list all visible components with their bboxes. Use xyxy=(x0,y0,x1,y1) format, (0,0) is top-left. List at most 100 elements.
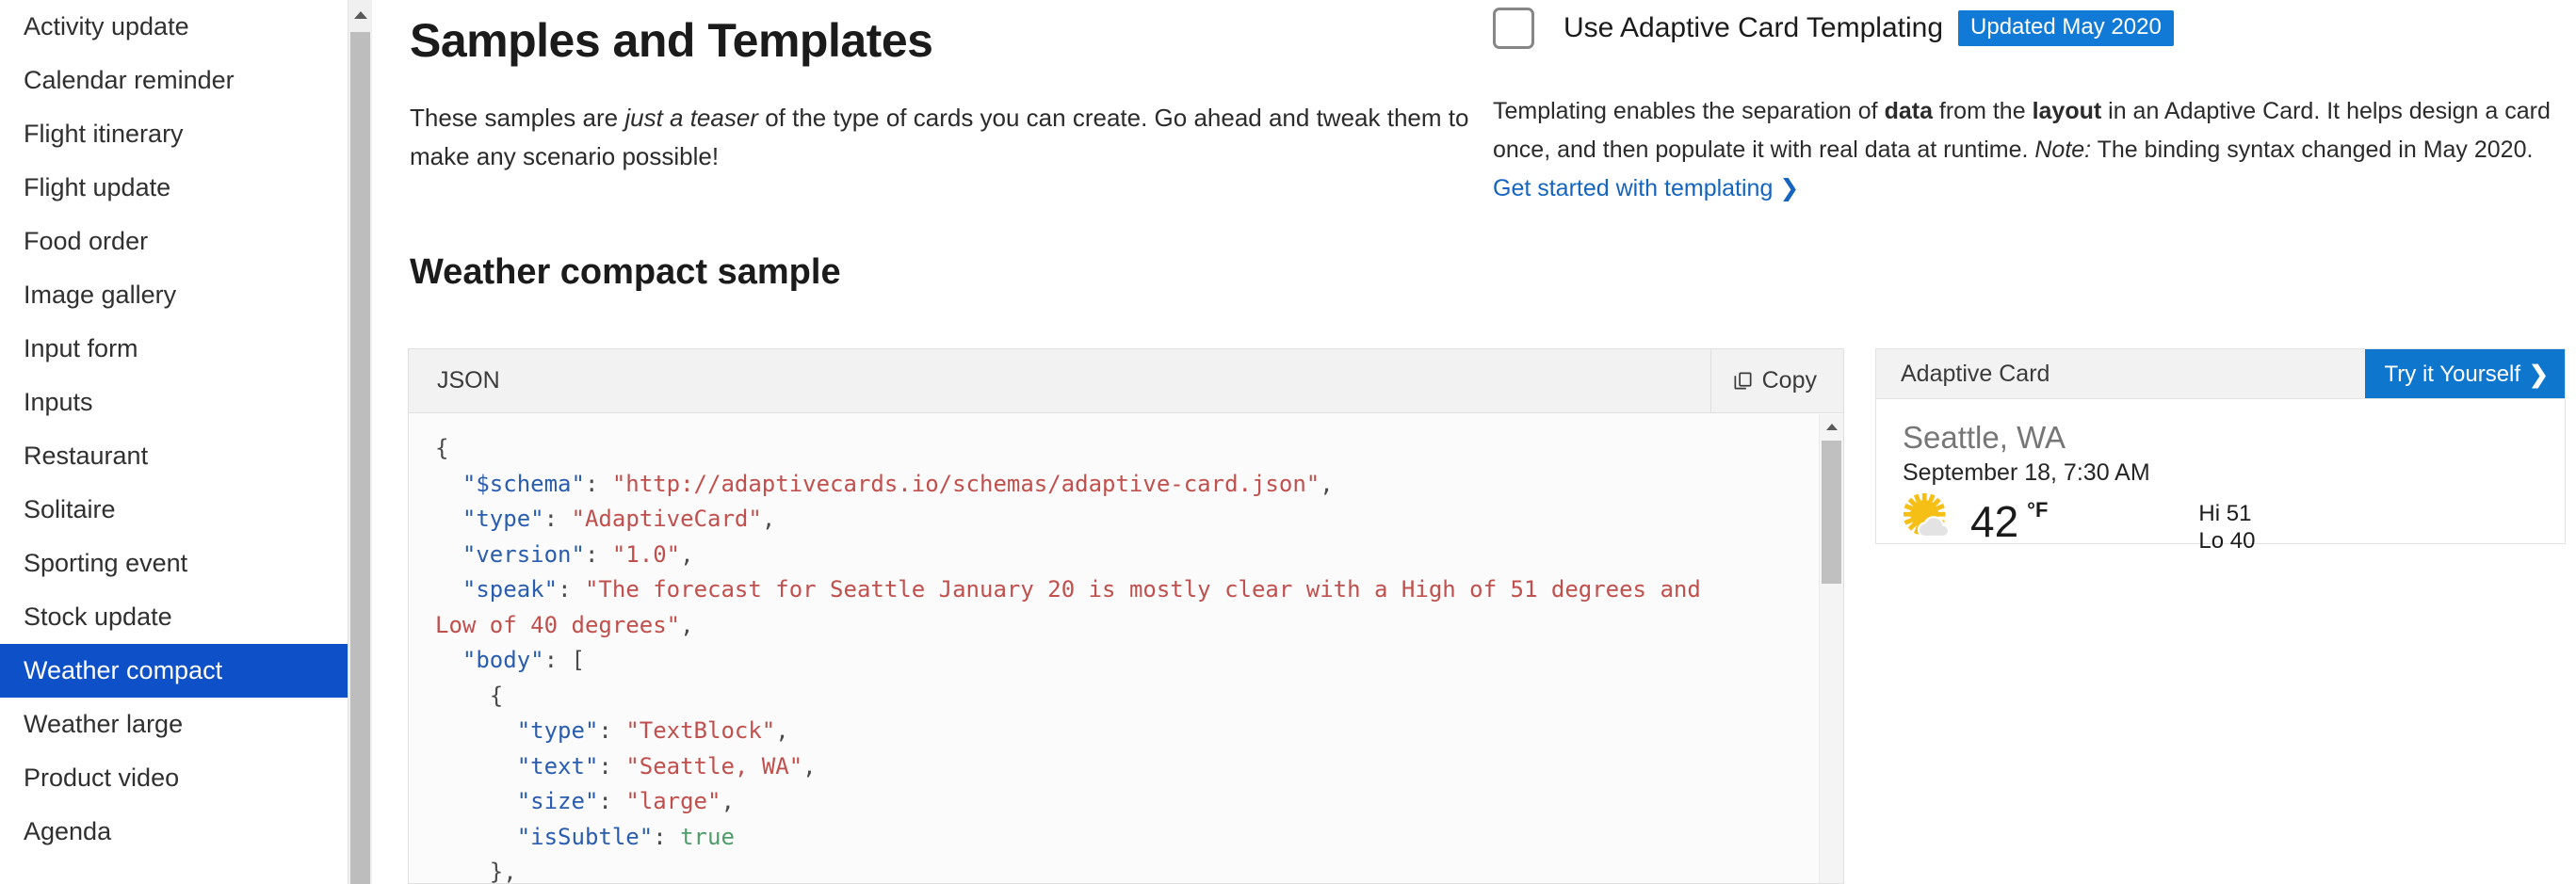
sidebar-item-restaurant[interactable]: Restaurant xyxy=(0,429,348,483)
code-token-key: "$schema" xyxy=(462,470,585,497)
sidebar-item-label: Inputs xyxy=(24,388,93,416)
code-language-label: JSON xyxy=(437,367,500,394)
sidebar-item-product-video[interactable]: Product video xyxy=(0,751,348,805)
chevron-up-icon xyxy=(1825,423,1838,430)
sidebar-item-label: Flight itinerary xyxy=(24,120,184,148)
code-token-pun: : xyxy=(598,717,626,744)
sidebar-item-weather-large[interactable]: Weather large xyxy=(0,698,348,751)
code-token-pun: : xyxy=(543,506,572,532)
code-token-pun: , xyxy=(802,752,817,780)
templating-desc-bold-layout: layout xyxy=(2032,98,2102,124)
code-token-key: "version" xyxy=(462,540,585,568)
sun-behind-cloud-icon xyxy=(1903,492,1951,538)
sidebar-item-food-order[interactable]: Food order xyxy=(0,215,348,268)
get-started-link-label: Get started with templating xyxy=(1493,175,1774,201)
chevron-right-icon: ❯ xyxy=(2529,361,2549,388)
code-token-key: "body" xyxy=(462,647,544,673)
sidebar-item-list: Activity update Calendar reminder Flight i… xyxy=(0,0,348,859)
code-token-str: "AdaptiveCard" xyxy=(571,506,762,532)
sidebar-item-label: Activity update xyxy=(24,12,189,40)
sidebar-item-flight-update[interactable]: Flight update xyxy=(0,161,348,215)
section-title: Weather compact sample xyxy=(410,252,841,292)
page-subtitle-part1: These samples are xyxy=(410,104,625,132)
preview-panel-header: Adaptive Card Try it Yourself ❯ xyxy=(1875,348,2566,399)
templating-toggle-row: Use Adaptive Card Templating Updated May… xyxy=(1493,8,2174,49)
sidebar-scrollbar[interactable] xyxy=(348,0,372,884)
sidebar-item-stock-update[interactable]: Stock update xyxy=(0,590,348,644)
sidebar-item-solitaire[interactable]: Solitaire xyxy=(0,483,348,537)
sidebar-item-label: Calendar reminder xyxy=(24,66,235,94)
code-token-pun: , xyxy=(680,540,694,568)
json-source-text: { "$schema": "http://adaptivecards.io/sc… xyxy=(435,431,1735,883)
sidebar-item-label: Image gallery xyxy=(24,281,177,309)
updated-badge: Updated May 2020 xyxy=(1958,10,2174,46)
sidebar-item-activity-update[interactable]: Activity update xyxy=(0,0,348,54)
code-panel-body[interactable]: { "$schema": "http://adaptivecards.io/sc… xyxy=(409,414,1843,883)
code-token-str: "The forecast for Seattle January 20 is … xyxy=(435,576,1715,638)
sidebar-item-sporting-event[interactable]: Sporting event xyxy=(0,537,348,590)
sidebar-item-image-gallery[interactable]: Image gallery xyxy=(0,268,348,322)
sidebar-item-input-form[interactable]: Input form xyxy=(0,322,348,376)
card-temperature-unit: °F xyxy=(2027,497,2049,522)
weather-card: Seattle, WA September 18, 7:30 AM 42 °F … xyxy=(1875,398,2566,554)
sidebar-item-inputs[interactable]: Inputs xyxy=(0,376,348,429)
chevron-up-icon xyxy=(353,11,367,19)
card-high-text: Hi 51 xyxy=(2198,500,2252,526)
sidebar-item-label: Flight update xyxy=(24,173,171,201)
code-token-key: "isSubtle" xyxy=(516,823,654,850)
sidebar-item-agenda[interactable]: Agenda xyxy=(0,805,348,859)
code-scrollbar-thumb[interactable] xyxy=(1822,441,1841,584)
code-token-pun: { xyxy=(489,682,504,709)
sidebar-scroll-up-button[interactable] xyxy=(348,0,372,30)
sidebar-item-label: Sporting event xyxy=(24,549,188,577)
code-token-key: "type" xyxy=(462,506,544,532)
code-token-pun: , xyxy=(761,506,776,532)
sidebar-item-weather-compact[interactable]: Weather compact xyxy=(0,644,348,698)
code-token-pun: : xyxy=(598,752,626,780)
templating-desc-part1: Templating enables the separation of xyxy=(1493,98,1885,124)
sidebar-item-label: Product video xyxy=(24,763,180,792)
code-token-str: "1.0" xyxy=(611,540,681,568)
templating-desc-part2: from the xyxy=(1932,98,2033,124)
card-city-text: Seattle, WA xyxy=(1903,420,2066,455)
sidebar-item-calendar-reminder[interactable]: Calendar reminder xyxy=(0,54,348,107)
templating-checkbox-label: Use Adaptive Card Templating xyxy=(1563,12,1944,43)
code-token-str: "Seattle, WA" xyxy=(625,752,803,780)
try-it-yourself-button[interactable]: Try it Yourself ❯ xyxy=(2364,349,2565,399)
code-token-pun: : xyxy=(584,540,612,568)
sidebar-item-label: Restaurant xyxy=(24,442,149,470)
sidebar-scrollbar-thumb[interactable] xyxy=(350,32,370,884)
code-token-pun: : xyxy=(558,576,585,603)
sidebar-item-flight-itinerary[interactable]: Flight itinerary xyxy=(0,107,348,161)
copy-button[interactable]: Copy xyxy=(1709,349,1843,412)
code-token-pun: : xyxy=(584,470,612,497)
sidebar-item-label: Stock update xyxy=(24,603,172,631)
sidebar-item-label: Input form xyxy=(24,334,138,362)
code-token-bool: true xyxy=(680,823,735,850)
code-token-key: "text" xyxy=(516,752,599,780)
use-adaptive-card-templating-checkbox[interactable] xyxy=(1493,8,1534,49)
code-scroll-up-button[interactable] xyxy=(1820,414,1843,439)
code-token-key: "type" xyxy=(516,717,599,744)
preview-panel-label: Adaptive Card xyxy=(1901,360,2050,387)
get-started-with-templating-link[interactable]: Get started with templating ❯ xyxy=(1493,175,1799,201)
templating-desc-part4: The binding syntax changed in May 2020. xyxy=(2091,137,2534,163)
code-panel-scrollbar[interactable] xyxy=(1819,414,1843,883)
card-low-text: Lo 40 xyxy=(2198,527,2256,554)
code-token-pun: }, xyxy=(489,859,517,883)
card-high-low-group: Hi 51 Lo 40 xyxy=(2198,500,2255,555)
card-datetime-text: September 18, 7:30 AM xyxy=(1903,458,2150,486)
card-temperature-group: 42 °F xyxy=(1903,492,2048,551)
json-code-panel: JSON Copy { "$schema": "http://adaptivec… xyxy=(408,348,1844,884)
code-token-pun: { xyxy=(435,435,449,461)
code-panel-header: JSON Copy xyxy=(409,349,1843,413)
code-token-key: "size" xyxy=(516,788,599,814)
code-token-pun: , xyxy=(721,788,735,814)
